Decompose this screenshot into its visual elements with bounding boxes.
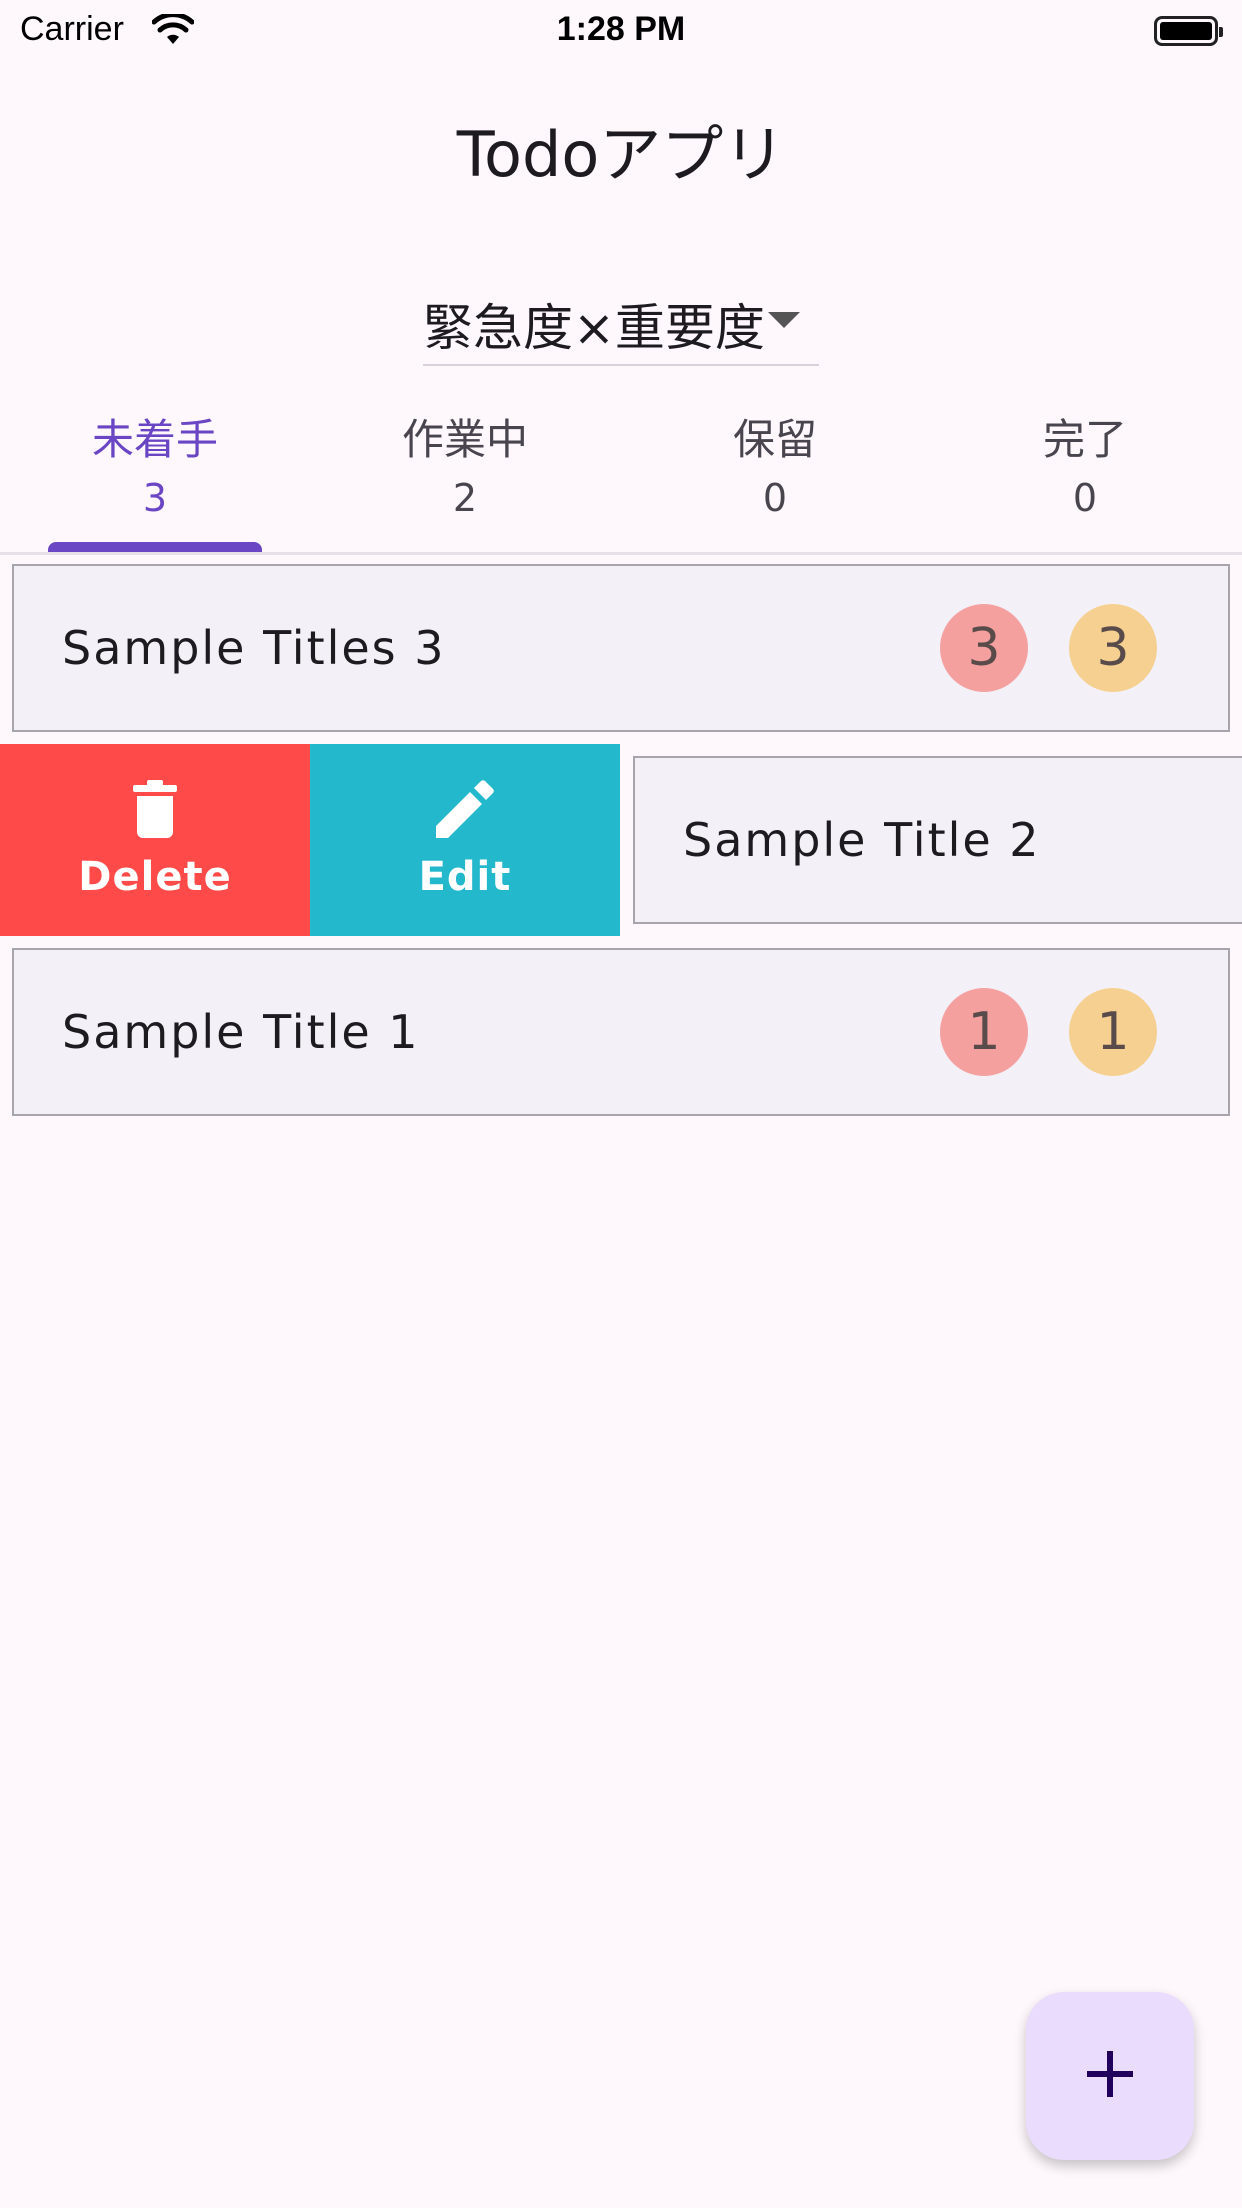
todo-card[interactable]: Sample Title 2 bbox=[633, 756, 1242, 924]
todo-title: Sample Title 1 bbox=[62, 1005, 420, 1059]
battery-icon bbox=[1154, 16, 1223, 46]
status-tabs: 未着手 3 作業中 2 保留 0 完了 0 bbox=[0, 400, 1242, 555]
dropdown-arrow-icon bbox=[768, 312, 800, 328]
tab-in-progress[interactable]: 作業中 2 bbox=[310, 410, 620, 520]
urgency-badge: 1 bbox=[940, 988, 1028, 1076]
tab-count: 3 bbox=[142, 476, 168, 520]
todo-title: Sample Titles 3 bbox=[62, 621, 446, 675]
tab-label: 未着手 bbox=[91, 415, 218, 464]
tab-label: 作業中 bbox=[401, 415, 528, 464]
tab-not-started[interactable]: 未着手 3 bbox=[0, 410, 310, 520]
tab-count: 0 bbox=[1072, 476, 1098, 520]
tab-on-hold[interactable]: 保留 0 bbox=[620, 410, 930, 520]
plus-icon bbox=[1087, 2051, 1133, 2101]
status-time: 1:28 PM bbox=[556, 10, 686, 48]
sort-dropdown[interactable]: 緊急度×重要度 bbox=[423, 280, 819, 366]
todo-card[interactable]: Sample Title 1 1 1 bbox=[12, 948, 1230, 1116]
delete-button[interactable]: Delete bbox=[0, 744, 310, 936]
importance-badge: 3 bbox=[1069, 604, 1157, 692]
active-tab-indicator bbox=[48, 542, 262, 552]
todo-card[interactable]: Sample Titles 3 3 3 bbox=[12, 564, 1230, 732]
status-bar: Carrier 1:28 PM bbox=[0, 0, 1242, 64]
importance-badge: 1 bbox=[1069, 988, 1157, 1076]
tab-label: 完了 bbox=[1042, 415, 1127, 464]
tab-count: 2 bbox=[452, 476, 478, 520]
page-title: Todoアプリ bbox=[456, 118, 786, 191]
tab-count: 0 bbox=[762, 476, 788, 520]
add-todo-button[interactable] bbox=[1026, 1992, 1194, 2160]
sort-dropdown-value: 緊急度×重要度 bbox=[423, 299, 765, 357]
tab-label: 保留 bbox=[732, 415, 817, 464]
edit-button[interactable]: Edit bbox=[310, 744, 620, 936]
delete-label: Delete bbox=[78, 854, 232, 900]
edit-label: Edit bbox=[418, 854, 512, 900]
tab-completed[interactable]: 完了 0 bbox=[930, 410, 1240, 520]
pencil-icon bbox=[436, 780, 494, 842]
urgency-badge: 3 bbox=[940, 604, 1028, 692]
trash-icon bbox=[133, 780, 177, 842]
todo-title: Sample Title 2 bbox=[683, 813, 1041, 867]
